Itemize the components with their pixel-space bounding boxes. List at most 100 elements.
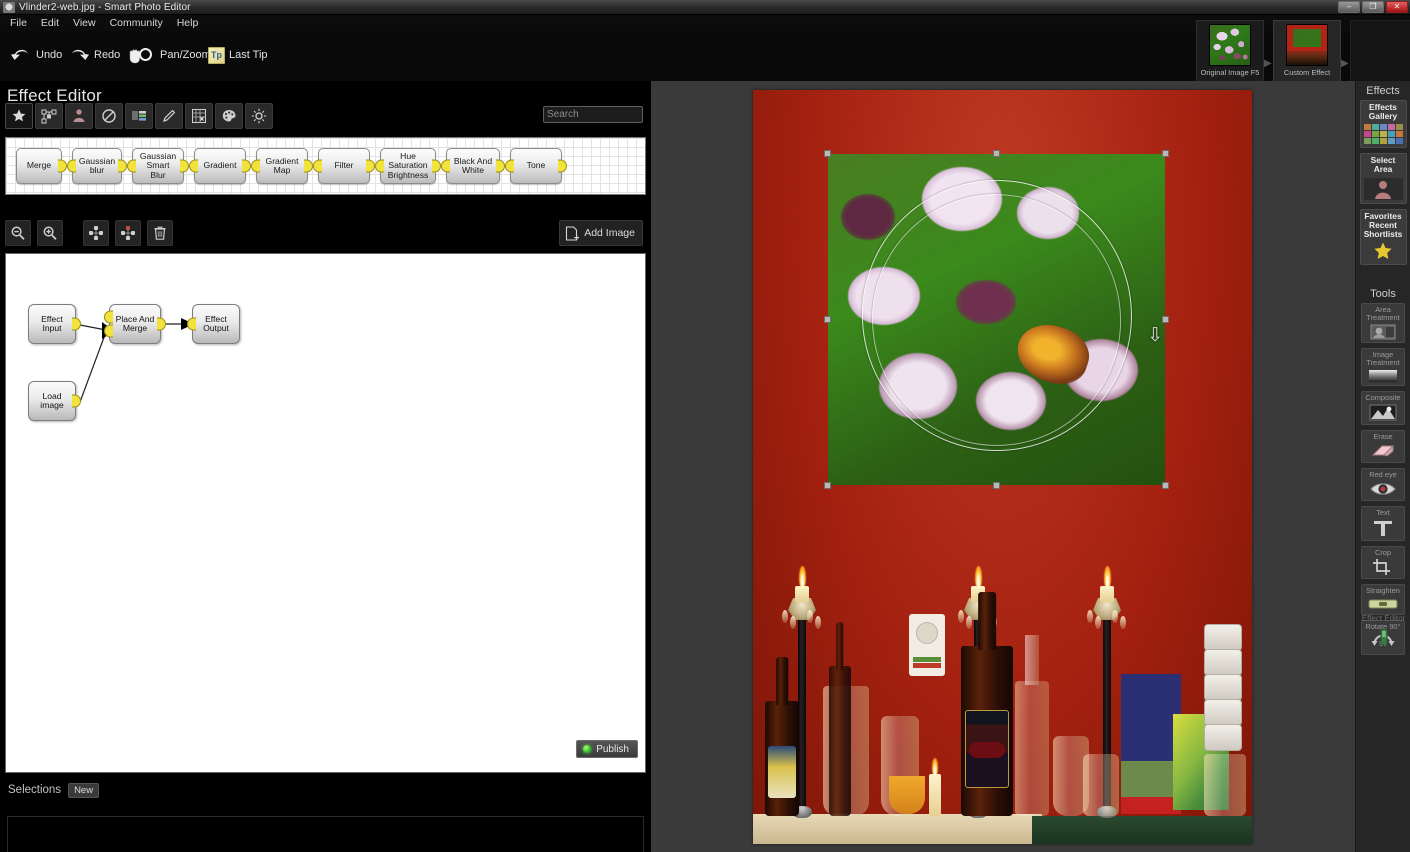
- delete-button[interactable]: [147, 220, 173, 246]
- maximize-button[interactable]: ❐: [1362, 1, 1384, 13]
- window-title: Vlinder2-web.jpg - Smart Photo Editor: [19, 1, 191, 13]
- add-image-button[interactable]: Add Image: [559, 220, 643, 246]
- resize-handle-n[interactable]: [992, 150, 1000, 157]
- effect-chip-hue-saturation-brightness[interactable]: Hue Saturation Brightness: [375, 148, 441, 184]
- input-port-a[interactable]: [104, 310, 113, 324]
- red-eye-label: Red eye: [1369, 469, 1397, 479]
- resize-handle-w[interactable]: [824, 315, 831, 323]
- effects-carousel[interactable]: Merge Gaussian blur Gaussian Smart Blur …: [5, 137, 646, 195]
- thumbnail-custom-effect[interactable]: Custom Effect: [1273, 20, 1341, 82]
- output-port[interactable]: [432, 159, 441, 173]
- output-port[interactable]: [558, 159, 567, 173]
- input-port-b[interactable]: [104, 324, 113, 338]
- resize-handle-nw[interactable]: [824, 150, 831, 157]
- input-port[interactable]: [67, 159, 76, 173]
- output-port[interactable]: [58, 159, 67, 173]
- input-port[interactable]: [251, 159, 260, 173]
- input-port[interactable]: [375, 159, 384, 173]
- zoom-in-button[interactable]: [37, 220, 63, 246]
- effect-chip-filter[interactable]: Filter: [313, 148, 375, 184]
- selections-thumbnail-area[interactable]: [7, 816, 644, 852]
- color-tab[interactable]: [215, 103, 243, 129]
- effect-chip-tone[interactable]: Tone: [505, 148, 567, 184]
- output-port[interactable]: [242, 159, 251, 173]
- tool-composite[interactable]: Composite: [1361, 391, 1405, 425]
- effect-chip-merge[interactable]: Merge: [16, 148, 67, 184]
- favorites-recent-shortlists-button[interactable]: Favorites Recent Shortlists: [1359, 208, 1407, 265]
- effect-chip-label: Gradient Map: [265, 155, 299, 175]
- graph-node-effect-output[interactable]: Effect Output: [187, 304, 240, 344]
- redo-button[interactable]: Redo: [68, 40, 120, 70]
- new-selection-button[interactable]: New: [68, 782, 100, 798]
- application-window: Vlinder2-web.jpg - Smart Photo Editor – …: [0, 0, 1410, 852]
- thumbnail-empty-slot[interactable]: [1350, 20, 1410, 82]
- effect-chip-gaussian-smart-blur[interactable]: Gaussian Smart Blur: [127, 148, 189, 184]
- close-button[interactable]: ✕: [1386, 1, 1408, 13]
- tool-red-eye[interactable]: Red eye: [1361, 467, 1405, 501]
- input-port[interactable]: [187, 317, 196, 331]
- layers-tab[interactable]: [125, 103, 153, 129]
- minimize-button[interactable]: –: [1338, 1, 1360, 13]
- tool-image-treatment[interactable]: Image Treatment: [1361, 348, 1405, 387]
- effect-search-box[interactable]: [543, 106, 679, 123]
- graph-node-effect-input[interactable]: Effect Input: [28, 304, 81, 344]
- graph-node-place-and-merge[interactable]: Place And Merge: [104, 304, 166, 344]
- pan-zoom-button[interactable]: Pan/Zoom: [126, 40, 211, 70]
- publish-button[interactable]: Publish: [576, 740, 638, 758]
- output-port[interactable]: [496, 159, 505, 173]
- effects-gallery-button[interactable]: Effects Gallery: [1359, 100, 1407, 148]
- menu-community[interactable]: Community: [110, 17, 163, 29]
- menu-edit[interactable]: Edit: [41, 17, 59, 29]
- resize-handle-sw[interactable]: [824, 482, 831, 489]
- history-thumbnail-strip: Original Image F5 ▶ Custom Effect ▶: [1196, 20, 1410, 82]
- input-port[interactable]: [313, 159, 322, 173]
- output-port[interactable]: [180, 159, 189, 173]
- placed-image-selection[interactable]: ⇩: [824, 150, 1169, 489]
- people-tab[interactable]: [65, 103, 93, 129]
- input-port[interactable]: [127, 159, 136, 173]
- favorites-tab[interactable]: [5, 103, 33, 129]
- arrange-nodes-button[interactable]: [83, 220, 109, 246]
- contrast-tab[interactable]: [95, 103, 123, 129]
- last-tip-button[interactable]: Tp Last Tip: [208, 40, 268, 70]
- menu-help[interactable]: Help: [177, 17, 199, 29]
- brightness-tab[interactable]: [245, 103, 273, 129]
- tool-erase[interactable]: Erase: [1361, 429, 1405, 463]
- draw-tab[interactable]: [155, 103, 183, 129]
- tool-crop[interactable]: Crop: [1361, 545, 1405, 580]
- resize-handle-se[interactable]: [1162, 482, 1169, 489]
- graph-node-load-image[interactable]: Load image: [28, 381, 81, 421]
- resize-handle-ne[interactable]: [1162, 150, 1169, 157]
- image-canvas-area[interactable]: ⇩: [651, 81, 1355, 852]
- rotation-arrow-icon[interactable]: ⇩: [1147, 326, 1163, 345]
- input-port[interactable]: [505, 159, 514, 173]
- tools-heading: Tools: [1370, 287, 1396, 300]
- remove-node-link-button[interactable]: [115, 220, 141, 246]
- grid-tab[interactable]: [185, 103, 213, 129]
- effect-chip-black-and-white[interactable]: Black And White: [441, 148, 505, 184]
- resize-handle-s[interactable]: [992, 482, 1000, 489]
- input-port[interactable]: [189, 159, 198, 173]
- output-port[interactable]: [118, 159, 127, 173]
- thumbnail-original-image[interactable]: Original Image F5: [1196, 20, 1264, 82]
- effect-editor-shortcut[interactable]: Effect Editor: [1356, 608, 1410, 647]
- menu-file[interactable]: File: [10, 17, 27, 29]
- effect-chip-gaussian-blur[interactable]: Gaussian blur: [67, 148, 127, 184]
- input-port[interactable]: [441, 159, 450, 173]
- output-port[interactable]: [366, 159, 375, 173]
- orange-juice-glass: [889, 776, 925, 814]
- tool-text[interactable]: Text: [1361, 505, 1405, 541]
- composited-photo[interactable]: ⇩: [753, 90, 1252, 844]
- output-port[interactable]: [304, 159, 313, 173]
- node-graph-canvas[interactable]: Effect Input Place And Merge Effect Outp…: [5, 253, 646, 773]
- tool-area-treatment[interactable]: Area Treatment: [1361, 302, 1405, 344]
- undo-button[interactable]: Undo: [10, 40, 62, 70]
- zoom-out-button[interactable]: [5, 220, 31, 246]
- resize-handle-e[interactable]: [1162, 315, 1169, 323]
- select-area-button[interactable]: Select Area: [1359, 152, 1407, 204]
- nodes-tab[interactable]: [35, 103, 63, 129]
- effect-chip-gradient-map[interactable]: Gradient Map: [251, 148, 313, 184]
- table-surface-light: [753, 814, 1043, 844]
- menu-view[interactable]: View: [73, 17, 96, 29]
- effect-chip-gradient[interactable]: Gradient: [189, 148, 251, 184]
